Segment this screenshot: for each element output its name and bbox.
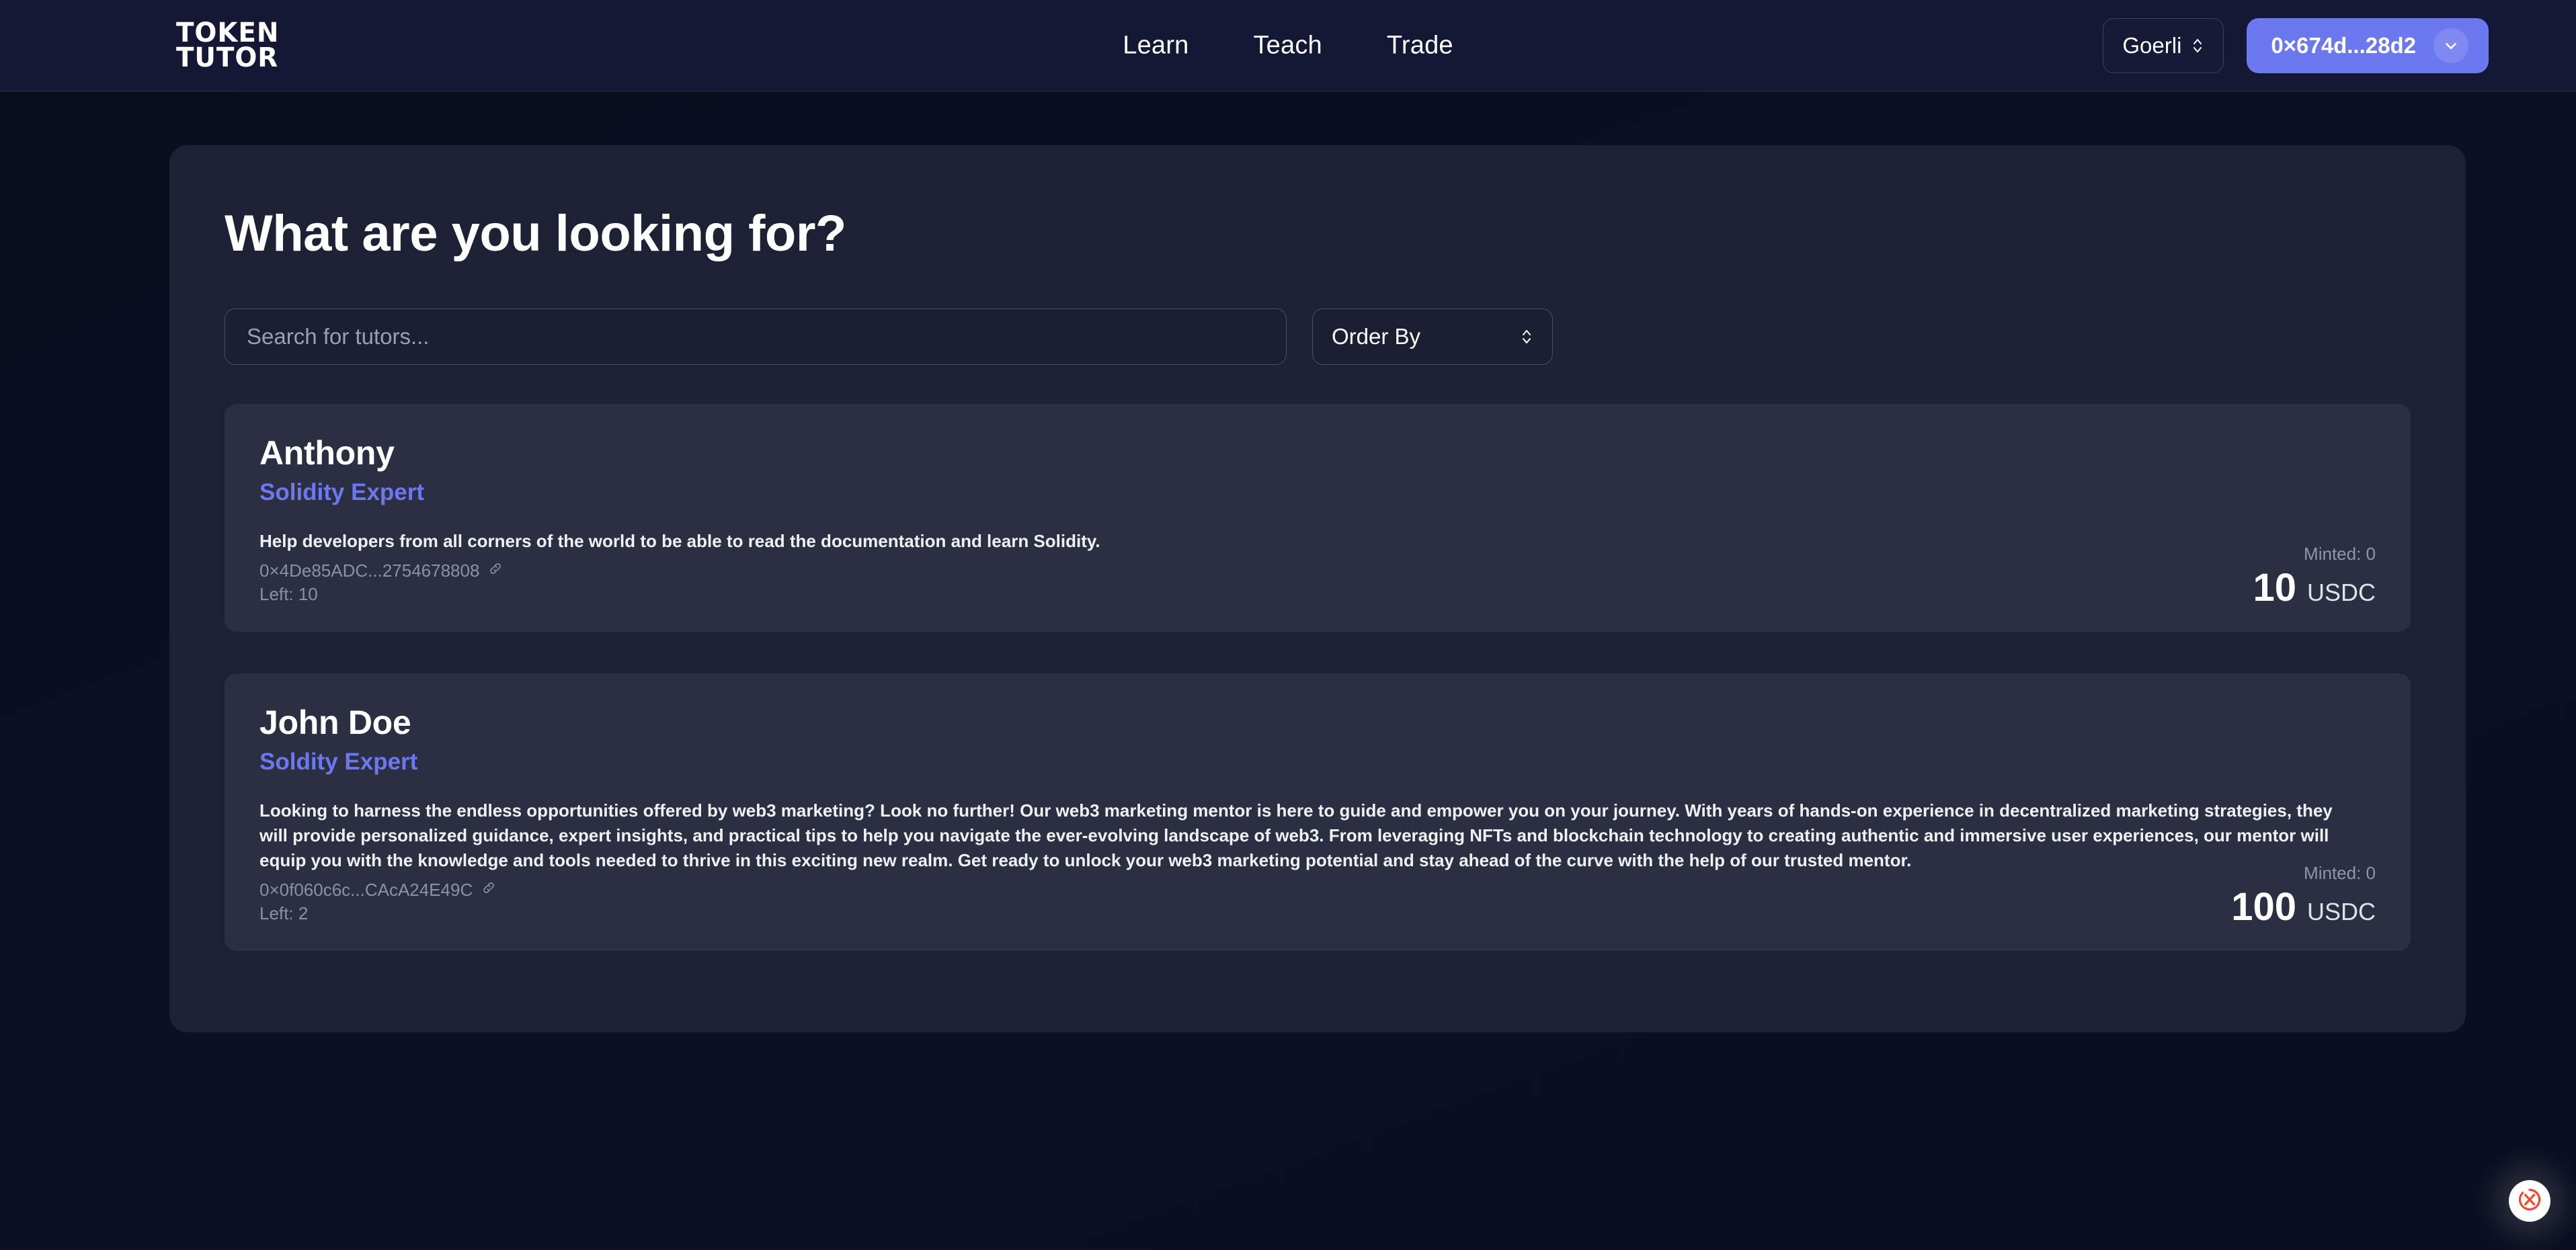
tutor-address-text: 0×4De85ADC...2754678808 xyxy=(259,560,480,581)
search-controls: Order By xyxy=(225,308,2411,365)
tutor-price-currency: USDC xyxy=(2306,578,2376,606)
tutor-price-currency: USDC xyxy=(2306,897,2376,925)
network-selector[interactable]: Goerli xyxy=(2103,17,2224,73)
tutor-description: Looking to harness the endless opportuni… xyxy=(259,800,2333,870)
tutor-price-value: 100 xyxy=(2231,884,2296,929)
nav-link-teach[interactable]: Teach xyxy=(1253,31,1322,60)
search-panel: What are you looking for? Order By Antho… xyxy=(169,145,2466,1032)
link-icon[interactable] xyxy=(487,560,504,581)
tutor-role: Solidity Expert xyxy=(259,479,425,505)
tutor-card[interactable]: Anthony Solidity Expert Help developers … xyxy=(225,404,2411,632)
page-title: What are you looking for? xyxy=(225,205,846,262)
tutor-price-row: 10 USDC xyxy=(2253,565,2376,610)
site-logo[interactable]: TOKEN TUTOR xyxy=(176,19,282,73)
main-navigation: Learn Teach Trade xyxy=(1123,31,1453,60)
tutor-price-row: 100 USDC xyxy=(2231,884,2376,929)
chevron-down-icon[interactable] xyxy=(2433,28,2468,63)
tutor-minted-count: Minted: 0 xyxy=(2304,862,2376,883)
logo-line-tutor: TUTOR xyxy=(176,42,279,73)
nav-link-trade[interactable]: Trade xyxy=(1387,31,1453,60)
circled-x-logo-icon xyxy=(2516,1186,2543,1216)
network-label: Goerli xyxy=(2122,32,2182,58)
tutor-address[interactable]: 0×0f060c6c...CAcA24E49C xyxy=(259,880,2376,901)
tutor-address[interactable]: 0×4De85ADC...2754678808 xyxy=(259,560,2376,581)
tutor-price-value: 10 xyxy=(2253,565,2296,610)
nav-link-learn[interactable]: Learn xyxy=(1123,31,1189,60)
order-by-select[interactable]: Order By xyxy=(1312,308,1553,365)
wallet-address-label: 0×674d...28d2 xyxy=(2271,32,2416,58)
tutor-name: Anthony xyxy=(259,434,395,472)
link-icon[interactable] xyxy=(481,880,497,901)
header-actions: Goerli 0×674d...28d2 xyxy=(2103,17,2489,73)
tutor-price-block: Minted: 0 100 USDC xyxy=(2231,863,2376,927)
tutor-minted-count: Minted: 0 xyxy=(2304,543,2376,564)
site-header: TOKEN TUTOR Learn Teach Trade Goerli 0×6… xyxy=(0,0,2576,91)
up-down-chevron-icon xyxy=(1520,326,1533,347)
tutor-left-count: Left: 10 xyxy=(259,583,318,604)
wallet-address-button[interactable]: 0×674d...28d2 xyxy=(2247,17,2489,73)
tutor-description: Help developers from all corners of the … xyxy=(259,531,1100,551)
tutor-price-block: Minted: 0 10 USDC xyxy=(2253,544,2376,608)
tutor-role: Soldity Expert xyxy=(259,748,418,775)
tutor-left-count: Left: 2 xyxy=(259,903,309,923)
tutor-name: John Doe xyxy=(259,703,411,741)
search-input[interactable] xyxy=(225,308,1287,365)
tutor-address-text: 0×0f060c6c...CAcA24E49C xyxy=(259,879,473,900)
up-down-chevron-icon xyxy=(2191,35,2204,56)
order-by-label: Order By xyxy=(1332,324,1421,349)
tutor-card[interactable]: John Doe Soldity Expert Looking to harne… xyxy=(225,673,2411,951)
floating-widget-button[interactable] xyxy=(2509,1180,2550,1222)
